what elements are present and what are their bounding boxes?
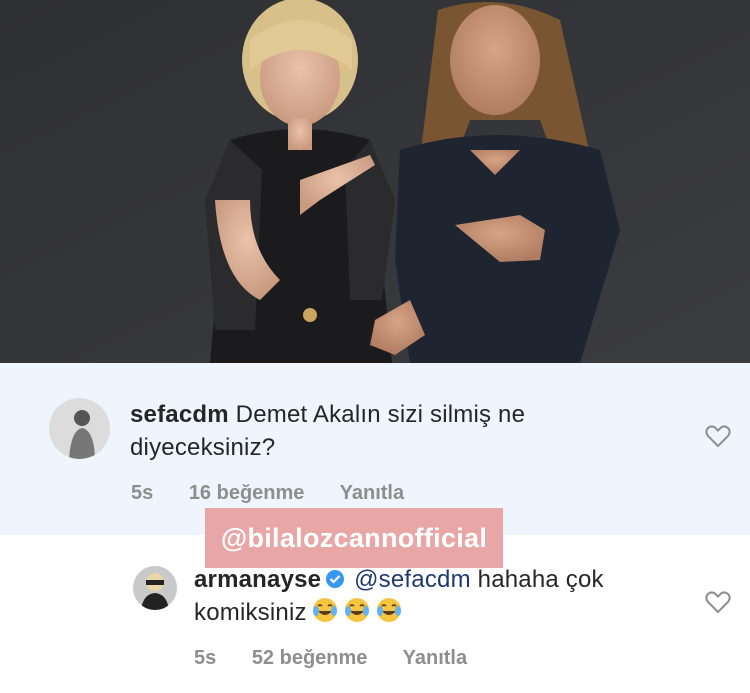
comment-time: 5s <box>194 647 217 669</box>
comment-likes[interactable]: 16 beğenme <box>189 482 305 504</box>
comment-meta: 5s 52 beğenme Yanıtla <box>194 647 497 670</box>
heart-icon[interactable] <box>705 424 731 448</box>
comment-meta: 5s 16 beğenme Yanıtla <box>131 482 434 505</box>
tears-of-joy-icon <box>375 596 403 624</box>
comment-username[interactable]: armanayse <box>194 566 321 593</box>
comment-text: armanayse @sefacdm hahaha çok komiksiniz <box>194 563 674 629</box>
avatar[interactable] <box>133 566 177 610</box>
verified-badge-icon <box>325 565 345 588</box>
avatar[interactable] <box>49 398 110 459</box>
comment-time: 5s <box>131 482 154 504</box>
watermark-label: @bilalozcannofficial <box>205 508 503 568</box>
post-photo <box>0 0 750 363</box>
tears-of-joy-icon <box>311 596 339 624</box>
heart-icon[interactable] <box>705 590 731 614</box>
comment-username[interactable]: sefacdm <box>130 401 229 428</box>
reply-button[interactable]: Yanıtla <box>340 482 404 504</box>
tears-of-joy-icon <box>343 596 371 624</box>
reply-button[interactable]: Yanıtla <box>403 647 467 669</box>
comment-text: sefacdm Demet Akalın sizi silmiş ne diye… <box>130 398 650 464</box>
mention-link[interactable]: @sefacdm <box>354 566 471 593</box>
comment-likes[interactable]: 52 beğenme <box>252 647 368 669</box>
